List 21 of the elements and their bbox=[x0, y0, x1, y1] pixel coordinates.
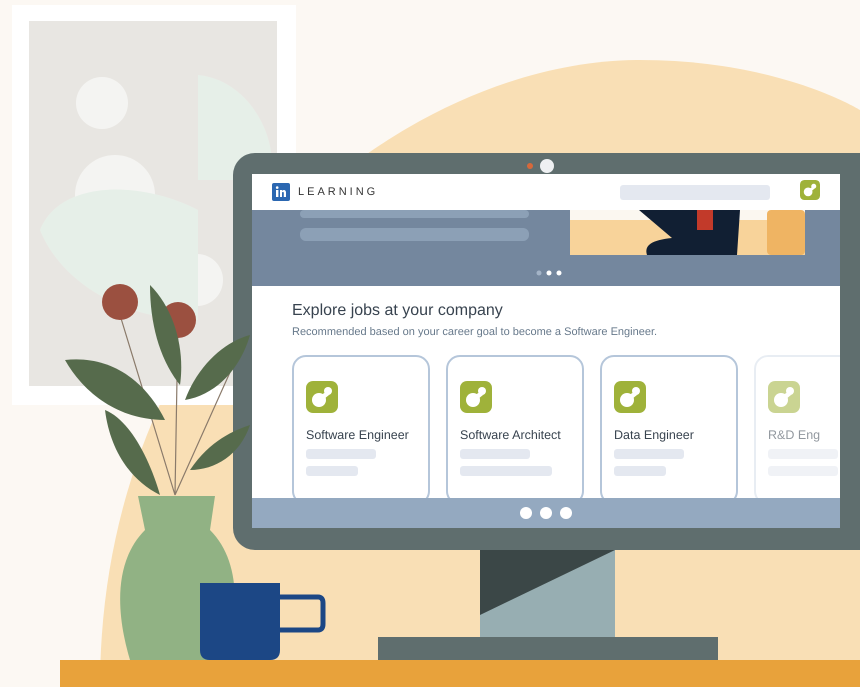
placeholder-line bbox=[614, 466, 666, 476]
app-icon bbox=[768, 381, 800, 413]
logo-icon bbox=[272, 183, 290, 201]
app-icon bbox=[800, 180, 820, 200]
job-title: Software Engineer bbox=[306, 428, 410, 442]
camera-icon bbox=[527, 159, 554, 173]
pagination-dots-icon[interactable] bbox=[520, 507, 572, 519]
app-icon bbox=[460, 381, 492, 413]
section-title: Explore jobs at your company bbox=[292, 302, 504, 320]
app-icon bbox=[614, 381, 646, 413]
search-field[interactable] bbox=[620, 184, 770, 200]
job-title: Software Architect bbox=[460, 428, 562, 442]
job-title: R&D Eng bbox=[768, 428, 822, 442]
placeholder-line bbox=[460, 449, 530, 459]
section-subtitle: Recommended based on your career goal to become a Software Engineer. bbox=[292, 326, 658, 338]
logo-text: LEARNING bbox=[298, 186, 378, 198]
placeholder-line bbox=[614, 449, 684, 459]
placeholder-line bbox=[306, 449, 376, 459]
placeholder-line bbox=[306, 466, 358, 476]
job-title: Data Engineer bbox=[614, 428, 695, 442]
app-icon bbox=[306, 381, 338, 413]
